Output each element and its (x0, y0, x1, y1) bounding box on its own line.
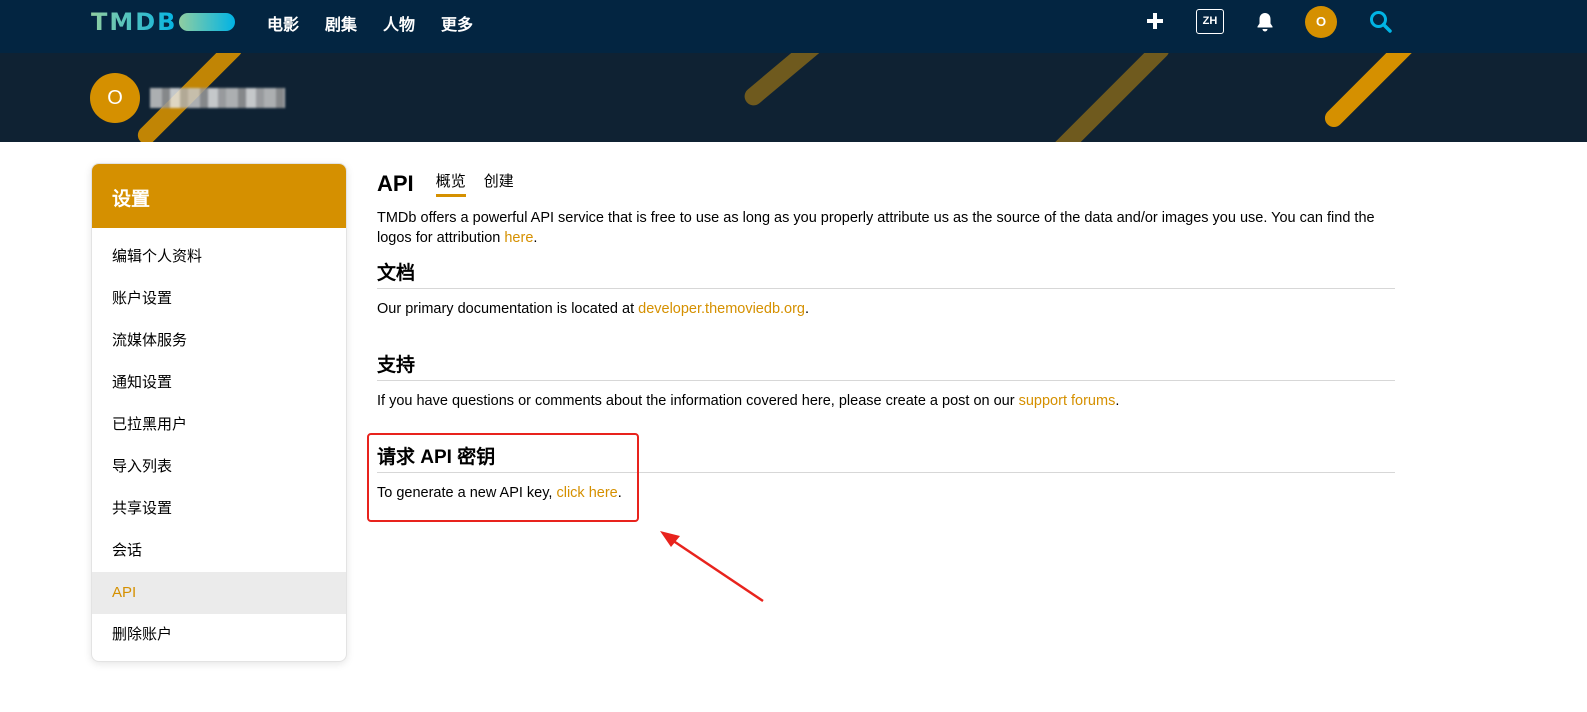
annotation-highlight-box (367, 433, 639, 522)
blurred-username (150, 88, 285, 108)
docs-text: Our primary documentation is located at (377, 301, 639, 317)
attribution-link[interactable]: here (504, 230, 533, 246)
banner-stripe (1321, 53, 1419, 131)
sidebar-item-streaming[interactable]: 流媒体服务 (92, 320, 346, 362)
nav-tv[interactable]: 剧集 (325, 11, 357, 35)
logo-pill-icon (179, 13, 236, 31)
language-button[interactable]: ZH (1196, 9, 1224, 34)
plus-icon[interactable] (1146, 12, 1164, 30)
sidebar-item-sharing[interactable]: 共享设置 (92, 488, 346, 530)
sidebar-item-delete-account[interactable]: 删除账户 (92, 614, 346, 656)
tmdb-logo[interactable]: TMDB (91, 8, 236, 36)
page-title: API (377, 171, 414, 196)
annotation-arrow-icon (660, 531, 764, 603)
profile-avatar[interactable]: O (90, 73, 140, 123)
nav-more[interactable]: 更多 (441, 11, 473, 35)
tab-overview[interactable]: 概览 (435, 170, 466, 197)
sidebar-item-notifications[interactable]: 通知设置 (92, 362, 346, 404)
sidebar-item-api[interactable]: API (92, 572, 346, 614)
settings-sidebar: 设置 编辑个人资料 账户设置 流媒体服务 通知设置 已拉黑用户 导入列表 共享设… (91, 163, 347, 662)
banner-stripe (740, 53, 830, 110)
docs-link[interactable]: developer.themoviedb.org (638, 301, 805, 317)
sidebar-item-import-list[interactable]: 导入列表 (92, 446, 346, 488)
docs-heading: 文档 (377, 258, 1395, 289)
tab-create[interactable]: 创建 (484, 170, 514, 197)
title-row: API 概览 创建 (377, 163, 1395, 197)
nav-people[interactable]: 人物 (383, 11, 415, 35)
top-navbar: TMDB 电影 剧集 人物 更多 ZH O (0, 0, 1587, 53)
intro-paragraph: TMDb offers a powerful API service that … (377, 210, 1375, 246)
sidebar-title: 设置 (92, 164, 346, 228)
sidebar-item-sessions[interactable]: 会话 (92, 530, 346, 572)
support-heading: 支持 (377, 350, 1395, 381)
sidebar-item-account-settings[interactable]: 账户设置 (92, 278, 346, 320)
sidebar-item-blocked-users[interactable]: 已拉黑用户 (92, 404, 346, 446)
support-forums-link[interactable]: support forums (1019, 393, 1116, 409)
search-icon[interactable] (1368, 9, 1394, 35)
nav-movies[interactable]: 电影 (267, 11, 299, 35)
docs-paragraph: Our primary documentation is located at … (377, 301, 810, 317)
logo-text: TMDB (91, 8, 178, 36)
sidebar-menu: 编辑个人资料 账户设置 流媒体服务 通知设置 已拉黑用户 导入列表 共享设置 会… (92, 228, 346, 656)
support-text: If you have questions or comments about … (377, 393, 1019, 409)
support-paragraph: If you have questions or comments about … (377, 393, 1120, 409)
user-avatar[interactable]: O (1305, 6, 1337, 38)
bell-icon[interactable] (1256, 12, 1274, 32)
main-menu: 电影 剧集 人物 更多 (267, 11, 499, 35)
banner-stripe (1047, 53, 1173, 142)
sidebar-item-edit-profile[interactable]: 编辑个人资料 (92, 236, 346, 278)
